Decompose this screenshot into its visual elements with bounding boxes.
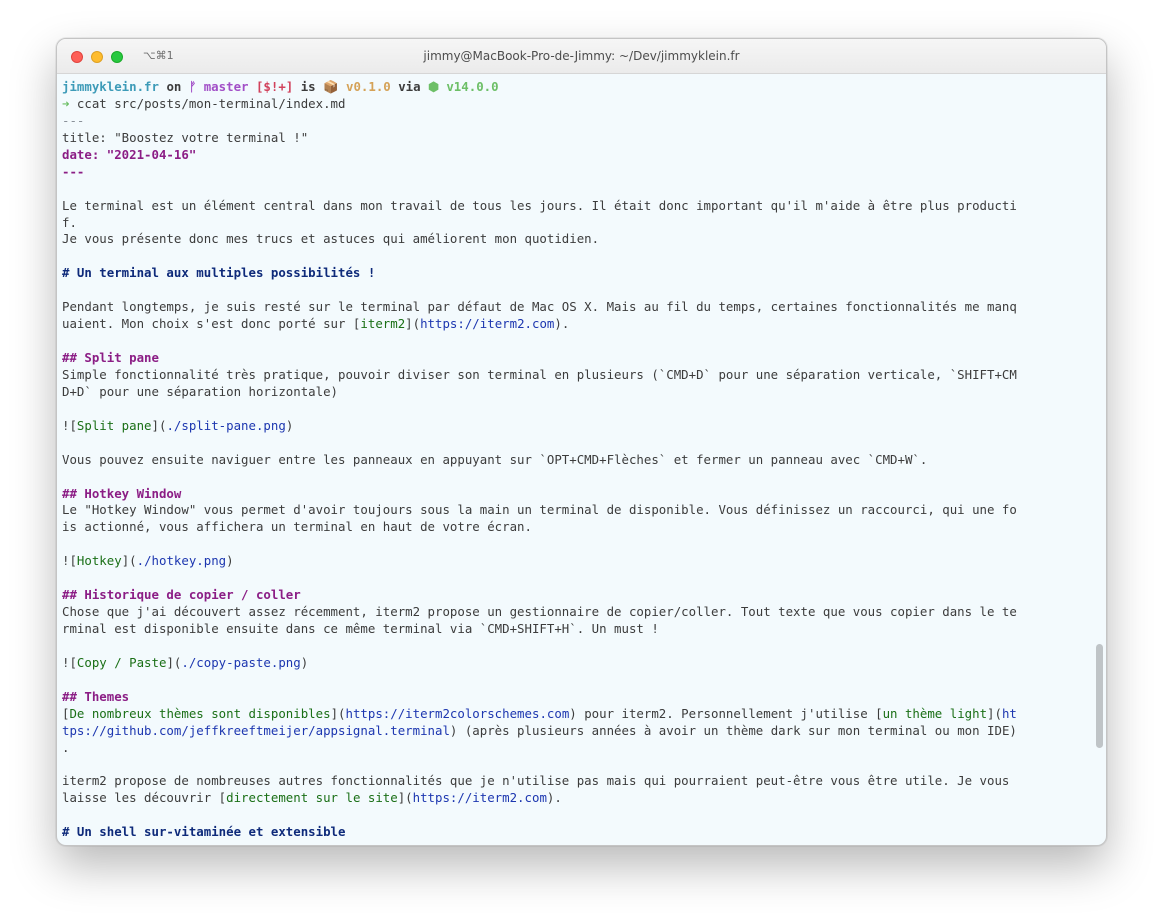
terminal-output[interactable]: jimmyklein.fr on ᚠ master [$!+] is 📦 v0.… — [62, 79, 1090, 841]
prompt-via: via — [390, 79, 429, 94]
text-span: ]( — [330, 705, 346, 721]
command-line: ➜ ccat src/posts/mon-terminal/index.md — [62, 96, 1090, 113]
paragraph-line: Le terminal est un élément central dans … — [62, 197, 1017, 213]
paragraph-line: uaient. Mon choix s'est donc porté sur [… — [62, 316, 1090, 333]
prompt-is: is — [293, 79, 324, 94]
shell-prompt: jimmyklein.fr on ᚠ master [$!+] is 📦 v0.… — [62, 79, 1090, 96]
paragraph-line: Chose que j'ai découvert assez récemment… — [62, 604, 1017, 620]
paragraph-line: laisse les découvrir [directement sur le… — [62, 790, 1090, 807]
title-bar[interactable]: ⌥⌘1 jimmy@MacBook-Pro-de-Jimmy: ~/Dev/ji… — [57, 39, 1106, 74]
heading-1: # Un shell sur-vitaminée et extensible — [62, 824, 346, 840]
image-markdown: ![Split pane](./split-pane.png) — [62, 418, 1090, 435]
paragraph-line: D+D` pour une séparation horizontale) — [62, 383, 339, 399]
heading-2: ## Historique de copier / coller — [62, 587, 301, 603]
heading-1: # Un terminal aux multiples possibilités… — [62, 265, 376, 281]
vertical-scrollbar[interactable] — [1096, 644, 1103, 748]
text-span: ]( — [166, 654, 182, 670]
heading-2: ## Themes — [62, 688, 130, 704]
text-span: ![ — [62, 553, 77, 569]
paragraph-line: . — [62, 739, 70, 755]
link-url: ht — [1001, 705, 1017, 721]
text-span: ) pour iterm2. Personnellement j'utilise… — [569, 705, 883, 721]
heading-2: ## Split pane — [62, 350, 159, 365]
frontmatter-open: --- — [62, 112, 85, 128]
paragraph-line: Vous pouvez ensuite naviguer entre les p… — [62, 451, 928, 467]
frontmatter-date: date: "2021-04-16" — [62, 146, 197, 162]
text-span: ). — [546, 790, 562, 806]
image-url: ./hotkey.png — [136, 553, 227, 569]
link-url: https://iterm2.com — [420, 316, 555, 332]
text-span: ]( — [397, 790, 413, 806]
image-url: ./split-pane.png — [166, 417, 286, 433]
prompt-node-version: v14.0.0 — [438, 79, 499, 94]
paragraph-line: [De nombreux thèmes sont disponibles](ht… — [62, 706, 1090, 723]
frontmatter-title: title: "Boostez votre terminal !" — [62, 129, 309, 145]
text-span: ![ — [62, 654, 77, 670]
link-url: tps://github.com/jeffkreeftmeijer/appsig… — [62, 722, 450, 738]
image-markdown: ![Hotkey](./hotkey.png) — [62, 553, 1090, 570]
paragraph-line: Le "Hotkey Window" vous permet d'avoir t… — [62, 502, 1017, 518]
paragraph-line: Pendant longtemps, je suis resté sur le … — [62, 299, 1017, 315]
paragraph-line: Simple fonctionnalité très pratique, pou… — [62, 366, 1017, 382]
paragraph-line: tps://github.com/jeffkreeftmeijer/appsig… — [62, 723, 1090, 740]
link-text: iterm2 — [360, 316, 406, 332]
image-url: ./copy-paste.png — [181, 654, 301, 670]
paragraph-line: f. — [62, 214, 77, 230]
paragraph-line: rminal est disponible ensuite dans ce mê… — [62, 621, 659, 636]
text-span: uaient. Mon choix s'est donc porté sur [ — [62, 316, 361, 332]
text-span: ]( — [987, 705, 1002, 721]
text-span: ) — [226, 553, 234, 569]
prompt-package-version: v0.1.0 — [338, 79, 391, 94]
prompt-directory: jimmyklein.fr — [62, 79, 159, 94]
text-span: ]( — [405, 316, 421, 332]
prompt-on: on — [158, 79, 189, 94]
link-url: https://iterm2.com — [412, 790, 547, 806]
text-span: ) (après plusieurs années à avoir un thè… — [449, 722, 1017, 738]
image-alt: Split pane — [76, 417, 152, 433]
frontmatter-close: --- — [62, 163, 85, 179]
text-span: ]( — [151, 417, 167, 433]
text-span: ) — [285, 417, 294, 433]
text-span: ). — [554, 316, 570, 332]
link-text: un thème light — [882, 705, 988, 721]
image-alt: Copy / Paste — [76, 654, 167, 670]
link-url: https://iterm2colorschemes.com — [345, 705, 570, 721]
paragraph-line: Je vous présente donc mes trucs et astuc… — [62, 231, 600, 247]
text-span: ![ — [62, 417, 77, 433]
nodejs-icon: ⬢ — [428, 79, 439, 94]
text-span: laisse les découvrir [ — [62, 790, 227, 806]
paragraph-line: iterm2 propose de nombreuses autres fonc… — [62, 773, 1010, 789]
image-alt: Hotkey — [76, 553, 122, 569]
heading-2: ## Hotkey Window — [62, 485, 182, 501]
prompt-git-status: [$!+] — [248, 79, 294, 94]
terminal-window: ⌥⌘1 jimmy@MacBook-Pro-de-Jimmy: ~/Dev/ji… — [56, 38, 1107, 846]
prompt-branch: master — [196, 79, 249, 94]
package-icon: 📦 — [323, 79, 339, 94]
image-markdown: ![Copy / Paste](./copy-paste.png) — [62, 655, 1090, 672]
paragraph-line: is actionné, vous affichera un terminal … — [62, 519, 532, 535]
text-span: ) — [300, 654, 309, 670]
text-span: ]( — [121, 553, 137, 569]
link-text: De nombreux thèmes sont disponibles — [69, 705, 331, 721]
link-text: directement sur le site — [226, 790, 398, 806]
command-text: ccat src/posts/mon-terminal/index.md — [69, 95, 346, 111]
window-title: jimmy@MacBook-Pro-de-Jimmy: ~/Dev/jimmyk… — [423, 49, 740, 63]
